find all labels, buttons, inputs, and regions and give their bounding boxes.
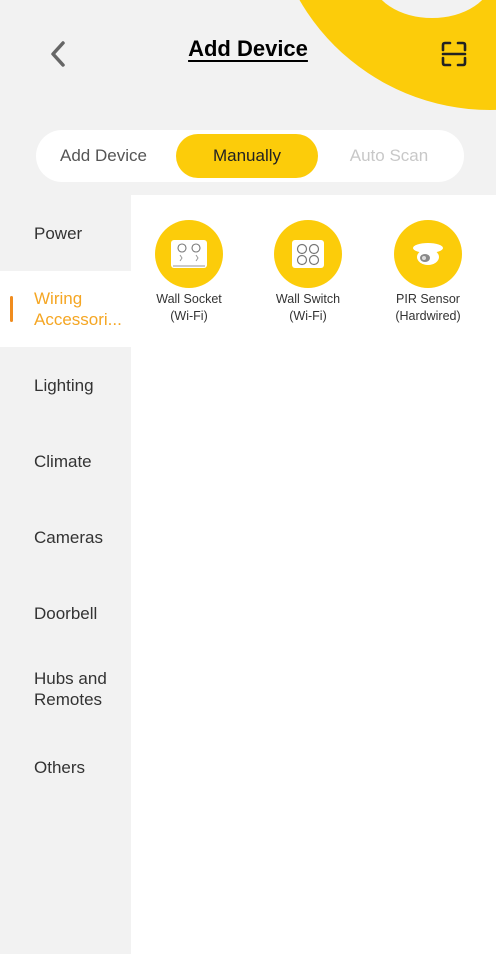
device-grid: Wall Socket (Wi-Fi) Wall Switch (Wi-Fi) … [131, 195, 496, 954]
sidebar-item-label: Hubs and Remotes [34, 669, 107, 709]
scan-button[interactable] [434, 34, 474, 74]
sidebar-item-doorbell[interactable]: Doorbell [0, 575, 131, 651]
device-pir-sensor[interactable]: PIR Sensor (Hardwired) [373, 220, 483, 325]
category-sidebar: Power Wiring Accessori... Lighting Clima… [0, 195, 131, 954]
mode-segmented-control: Add Device Manually Auto Scan [36, 130, 464, 182]
sidebar-item-label: Climate [34, 451, 92, 471]
sidebar-item-label: Cameras [34, 527, 103, 547]
sidebar-item-wiring-accessories[interactable]: Wiring Accessori... [0, 271, 131, 347]
pir-sensor-icon [413, 243, 443, 265]
device-name: PIR Sensor [396, 292, 460, 306]
sidebar-item-label: Lighting [34, 375, 94, 395]
back-button[interactable] [38, 34, 78, 74]
device-wall-switch[interactable]: Wall Switch (Wi-Fi) [253, 220, 363, 325]
sidebar-item-hubs-and-remotes[interactable]: Hubs and Remotes [0, 651, 131, 727]
wall-socket-icon [171, 240, 207, 268]
scan-icon [441, 41, 467, 67]
sidebar-item-lighting[interactable]: Lighting [0, 347, 131, 423]
device-subtitle: (Wi-Fi) [289, 309, 327, 323]
device-subtitle: (Wi-Fi) [170, 309, 208, 323]
active-indicator [10, 296, 13, 322]
device-name: Wall Socket [156, 292, 222, 306]
device-name: Wall Switch [275, 292, 341, 306]
sidebar-item-label: Doorbell [34, 603, 98, 623]
sidebar-item-others[interactable]: Others [0, 729, 131, 805]
sidebar-item-climate[interactable]: Climate [0, 423, 131, 499]
wall-switch-icon [292, 240, 324, 268]
sidebar-item-label: Others [34, 757, 86, 777]
device-wall-socket[interactable]: Wall Socket (Wi-Fi) [134, 220, 244, 325]
manually-tab[interactable]: Manually [176, 134, 318, 178]
header: Add Device Add Device Manually Auto Scan [0, 0, 496, 195]
auto-scan-tab[interactable]: Auto Scan [318, 134, 460, 178]
sidebar-item-label: Wiring Accessori... [34, 289, 122, 329]
sidebar-item-power[interactable]: Power [0, 195, 131, 271]
segment-label: Add Device [60, 146, 147, 165]
chevron-left-icon [51, 41, 65, 67]
sidebar-item-cameras[interactable]: Cameras [0, 499, 131, 575]
sidebar-item-label: Power [34, 223, 83, 243]
device-icon-circle [155, 220, 223, 288]
device-icon-circle [394, 220, 462, 288]
device-icon-circle [274, 220, 342, 288]
device-subtitle: (Hardwired) [395, 309, 461, 323]
